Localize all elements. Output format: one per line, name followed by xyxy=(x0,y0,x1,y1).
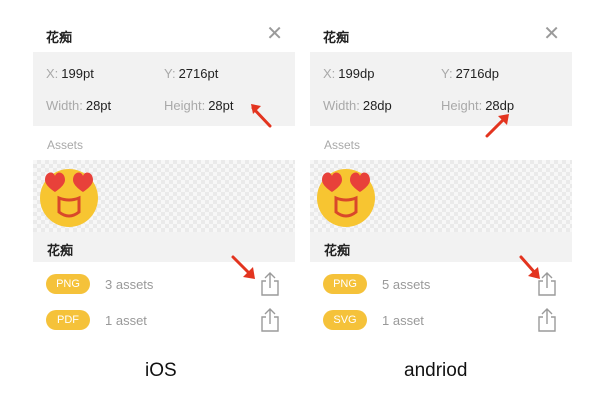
ios-inspector-panel: 花痴 ✕ X: 199pt Y: 2716pt Width: 28pt Height:… xyxy=(33,18,295,340)
close-icon[interactable]: ✕ xyxy=(543,22,560,46)
close-icon[interactable]: ✕ xyxy=(266,22,283,46)
android-inspector-panel: 花痴 ✕ X: 199dp Y: 2716dp Width: 28dp Height:… xyxy=(310,18,572,340)
asset-preview[interactable] xyxy=(33,160,295,232)
android-caption: andriod xyxy=(404,360,468,381)
assets-heading: Assets xyxy=(324,138,361,152)
asset-row-svg[interactable]: SVG 1 asset xyxy=(310,304,572,338)
format-badge: PNG xyxy=(323,274,367,294)
asset-count: 5 assets xyxy=(382,277,431,292)
x-field: X: 199pt xyxy=(46,66,94,81)
format-badge: SVG xyxy=(323,310,367,330)
width-field: Width: 28pt xyxy=(46,98,112,113)
share-icon[interactable] xyxy=(536,307,558,333)
format-badge: PNG xyxy=(46,274,90,294)
ios-caption: iOS xyxy=(145,360,177,381)
height-field: Height: 28pt xyxy=(164,98,234,113)
heart-eyes-emoji-icon xyxy=(40,169,98,227)
asset-name: 花痴 xyxy=(47,244,74,259)
asset-name: 花痴 xyxy=(324,244,351,259)
asset-count: 1 asset xyxy=(105,313,147,328)
format-badge: PDF xyxy=(46,310,90,330)
panel-header: 花痴 ✕ xyxy=(310,18,572,52)
share-icon[interactable] xyxy=(259,307,281,333)
x-field: X: 199dp xyxy=(323,66,375,81)
annotation-arrow-icon xyxy=(231,255,255,279)
annotation-arrow-icon xyxy=(485,114,509,138)
panel-header: 花痴 ✕ xyxy=(33,18,295,52)
asset-count: 3 assets xyxy=(105,277,154,292)
annotation-arrow-icon xyxy=(519,255,540,279)
y-field: Y: 2716dp xyxy=(441,66,499,81)
width-field: Width: 28dp xyxy=(323,98,392,113)
heart-eyes-emoji-icon xyxy=(317,169,375,227)
layer-title: 花痴 xyxy=(46,31,73,46)
asset-row-pdf[interactable]: PDF 1 asset xyxy=(33,304,295,338)
position-size-info: X: 199dp Y: 2716dp Width: 28dp Height: 28dp xyxy=(310,52,572,126)
y-field: Y: 2716pt xyxy=(164,66,219,81)
layer-title: 花痴 xyxy=(323,31,350,46)
annotation-arrow-icon xyxy=(251,104,272,128)
share-icon[interactable] xyxy=(259,271,281,297)
asset-preview[interactable] xyxy=(310,160,572,232)
asset-count: 1 asset xyxy=(382,313,424,328)
assets-heading: Assets xyxy=(47,138,84,152)
